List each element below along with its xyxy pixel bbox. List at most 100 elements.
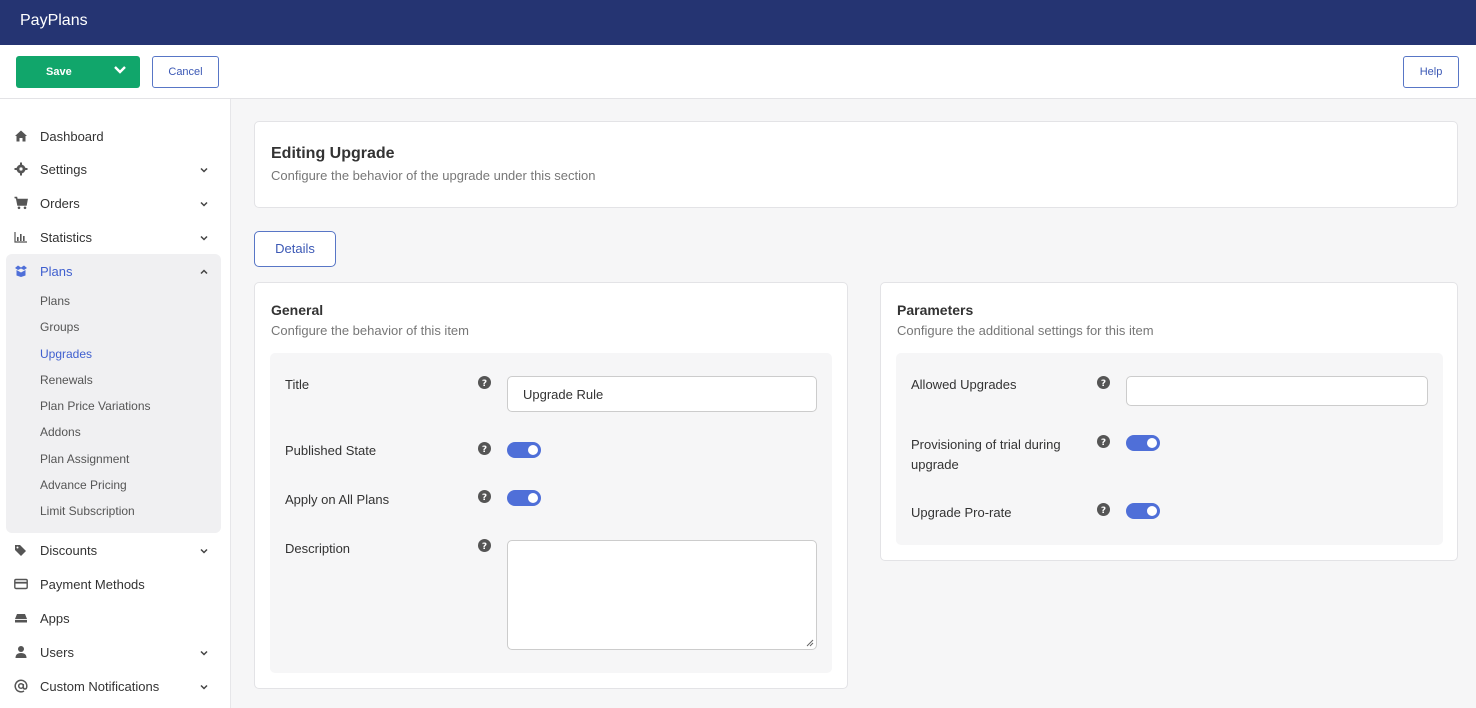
at-icon [14,679,28,693]
tab-details[interactable]: Details [254,231,336,267]
sidebar-subitem-groups[interactable]: Groups [40,320,79,334]
allowed-upgrades-input[interactable] [1126,376,1428,406]
cart-icon [14,196,28,210]
sidebar-item-settings[interactable]: Settings [0,156,231,184]
title-label: Title [285,377,310,392]
svg-text:?: ? [482,493,487,503]
help-icon[interactable]: ? [1097,503,1110,516]
sidebar-subitem-upgrades[interactable]: Upgrades [40,347,92,361]
svg-text:?: ? [482,379,487,389]
help-icon[interactable]: ? [1097,376,1110,389]
trial-provisioning-toggle[interactable] [1126,435,1160,451]
sidebar-subitem-plan-price-variations[interactable]: Plan Price Variations [40,399,151,413]
cancel-button[interactable]: Cancel [152,56,219,88]
save-button-label: Save [46,66,72,78]
sidebar-subitem-addons[interactable]: Addons [40,425,81,439]
sidebar-item-statistics[interactable]: Statistics [0,224,231,252]
svg-text:?: ? [1101,379,1106,389]
svg-text:?: ? [482,542,487,552]
gear-icon [14,162,28,176]
general-subtitle: Configure the behavior of this item [271,323,469,338]
sidebar-item-label: Custom Notifications [40,679,160,694]
sidebar-subitem-plans[interactable]: Plans [40,294,70,308]
help-icon[interactable]: ? [1097,435,1110,448]
resize-handle-icon[interactable] [804,637,814,647]
toggle-knob [528,445,538,455]
sidebar-item-payment-methods[interactable]: Payment Methods [0,571,231,599]
sidebar-subitem-advance-pricing[interactable]: Advance Pricing [40,478,127,492]
sidebar-item-label: Orders [40,196,80,211]
page-title: Editing Upgrade [271,145,395,162]
toggle-knob [1147,438,1157,448]
sidebar-item-label: Apps [40,611,70,626]
chevron-down-icon [200,684,208,690]
sidebar-item-label: Statistics [40,230,93,245]
save-button[interactable]: Save [16,56,140,88]
sidebar-item-label: Plans [40,264,73,279]
sidebar-subitem-plan-assignment[interactable]: Plan Assignment [40,452,129,466]
page-header-card: Editing Upgrade Configure the behavior o… [254,121,1458,208]
sidebar-item-label: Payment Methods [40,577,145,592]
bar-chart-icon [14,232,27,243]
chevron-down-icon[interactable] [112,62,128,78]
published-state-label: Published State [285,443,377,458]
sidebar-item-custom-notifications[interactable]: Custom Notifications [0,673,231,701]
app-title: PayPlans [20,12,88,29]
credit-card-icon [14,578,28,590]
sidebar-item-label: Users [40,645,74,660]
general-fields-panel: Title ? Upgrade Rule Published State ? A… [270,353,832,673]
sidebar-subitem-limit-subscription[interactable]: Limit Subscription [40,504,135,518]
tags-icon [15,545,26,556]
published-state-toggle[interactable] [507,442,541,458]
top-bar: PayPlans [0,0,1476,45]
drive-icon [15,614,27,623]
general-title: General [271,302,324,318]
chevron-down-icon [200,650,208,656]
sidebar: Dashboard Settings Orders Statistics Pla… [0,99,231,708]
parameters-subtitle: Configure the additional settings for th… [897,323,1154,338]
apply-all-plans-label: Apply on All Plans [285,492,390,507]
description-textarea[interactable] [507,540,817,650]
parameters-card: Parameters Configure the additional sett… [880,282,1458,561]
sidebar-item-label: Discounts [40,543,98,558]
parameters-fields-panel: Allowed Upgrades ? Provisioning of trial… [896,353,1443,545]
svg-text:?: ? [1101,506,1106,516]
sidebar-item-label: Settings [40,162,87,177]
help-icon[interactable]: ? [478,490,491,503]
chevron-down-icon [200,201,208,207]
sidebar-item-label: Dashboard [40,129,104,144]
sidebar-item-apps[interactable]: Apps [0,605,231,633]
title-input-value: Upgrade Rule [523,387,604,402]
chevron-up-icon [200,269,208,275]
parameters-title: Parameters [897,302,974,318]
svg-text:?: ? [1101,438,1106,448]
user-icon [15,646,27,658]
help-icon[interactable]: ? [478,442,491,455]
box-icon [15,265,27,277]
svg-text:?: ? [482,445,487,455]
trial-provisioning-label: Provisioning of trial during upgrade [911,437,1061,472]
toggle-knob [1147,506,1157,516]
sidebar-item-users[interactable]: Users [0,639,231,667]
sidebar-item-orders[interactable]: Orders [0,190,231,218]
sidebar-subitem-renewals[interactable]: Renewals [40,373,93,387]
title-input[interactable]: Upgrade Rule [507,376,817,412]
chevron-down-icon [200,167,208,173]
page-subtitle: Configure the behavior of the upgrade un… [271,168,596,183]
help-button[interactable]: Help [1403,56,1459,88]
allowed-upgrades-label: Allowed Upgrades [911,377,1017,392]
upgrade-prorate-label: Upgrade Pro-rate [911,505,1012,520]
home-icon [15,130,27,142]
help-icon[interactable]: ? [478,376,491,389]
sidebar-item-dashboard[interactable]: Dashboard [0,123,231,151]
general-card: General Configure the behavior of this i… [254,282,848,689]
chevron-down-icon [200,548,208,554]
sidebar-item-discounts[interactable]: Discounts [0,537,231,565]
help-icon[interactable]: ? [478,539,491,552]
apply-all-plans-toggle[interactable] [507,490,541,506]
toolbar: Save Cancel Help [0,45,1476,99]
description-label: Description [285,541,351,556]
toggle-knob [528,493,538,503]
upgrade-prorate-toggle[interactable] [1126,503,1160,519]
sidebar-item-plans[interactable]: Plans [0,258,231,286]
